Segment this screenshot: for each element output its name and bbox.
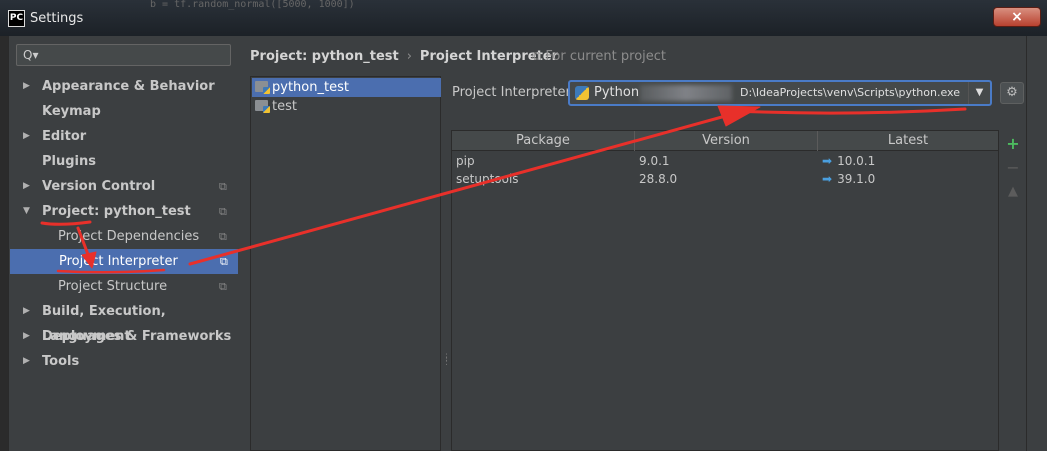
- python-folder-icon: [255, 81, 270, 94]
- interpreter-label: Project Interpreter:: [452, 85, 576, 100]
- sidebar-item-tools[interactable]: ▶ Tools: [9, 349, 239, 374]
- sidebar-item-label: Keymap: [42, 104, 101, 119]
- interpreter-name: Python: [594, 85, 640, 100]
- packages-table: Package Version Latest pip 9.0.1 ➡ 10.0.1 se…: [451, 130, 999, 451]
- breadcrumb-project: Project: python_test: [250, 49, 399, 64]
- column-header-package[interactable]: Package: [452, 131, 635, 151]
- sidebar-item-label: Appearance & Behavior: [42, 79, 215, 94]
- package-version: 28.8.0: [639, 172, 678, 186]
- sidebar-item-project-interpreter[interactable]: Project Interpreter ⧉: [10, 249, 239, 274]
- packages-table-header: Package Version Latest: [452, 131, 998, 151]
- redacted-version: [640, 85, 732, 101]
- chevron-down-icon[interactable]: ▼: [968, 82, 990, 104]
- upgrade-package-button[interactable]: ▲: [1002, 182, 1024, 202]
- project-tree-item[interactable]: python_test: [252, 78, 441, 97]
- chevron-right-icon[interactable]: ▶: [23, 174, 30, 199]
- sidebar-item-build-execution-deployment[interactable]: ▶ Build, Execution, Deployment: [9, 299, 239, 344]
- close-button[interactable]: ×: [993, 7, 1041, 27]
- package-name: pip: [456, 154, 475, 168]
- sidebar-item-label: Version Control: [42, 179, 156, 194]
- title-bar: b = tf.random_normal([5000, 1000]) PC Se…: [0, 0, 1047, 36]
- interpreter-path: D:\IdeaProjects\venv\Scripts\python.exe: [740, 86, 960, 99]
- interpreter-select[interactable]: Python D:\IdeaProjects\venv\Scripts\pyth…: [568, 80, 992, 106]
- package-name-cell: setuptools: [456, 170, 519, 188]
- chevron-right-icon[interactable]: ▶: [23, 349, 30, 374]
- pycharm-app-icon: PC: [8, 10, 25, 27]
- project-tree-item[interactable]: test: [252, 97, 441, 116]
- chevron-right-icon[interactable]: ▶: [23, 324, 30, 349]
- background-code: b = tf.random_normal([5000, 1000]): [150, 0, 355, 10]
- close-icon: ×: [1011, 9, 1023, 25]
- sidebar-item-label: Editor: [42, 129, 87, 144]
- sidebar-item-version-control[interactable]: ▶ Version Control ⧉: [9, 174, 239, 199]
- breadcrumb-separator: ›: [406, 49, 412, 64]
- settings-sidebar: Q▾ ▶ Appearance & Behavior Keymap ▶ Editor Pl…: [8, 36, 239, 451]
- for-current-project-label: ⧉ For current project: [532, 49, 667, 64]
- package-latest-cell: ➡ 39.1.0: [822, 170, 875, 188]
- package-name-cell: pip: [456, 152, 475, 170]
- package-latest: 39.1.0: [837, 172, 876, 186]
- project-tree: python_testtest: [250, 76, 441, 451]
- arrow-up-icon: ▲: [1008, 184, 1018, 199]
- sidebar-item-label: Project Interpreter: [59, 254, 178, 269]
- upgrade-arrow-icon: ➡: [822, 154, 833, 168]
- gear-icon: ⚙: [1006, 85, 1018, 100]
- sidebar-item-label: Project Structure: [58, 279, 168, 294]
- sidebar-item-languages-frameworks[interactable]: ▶ Languages & Frameworks: [9, 324, 239, 349]
- add-package-button[interactable]: +: [1002, 134, 1024, 154]
- sidebar-item-project-python-test[interactable]: ▼ Project: python_test ⧉: [9, 199, 239, 224]
- plus-icon: +: [1006, 134, 1020, 153]
- project-tree-item-label: python_test: [272, 80, 349, 95]
- window-title: Settings: [30, 11, 84, 26]
- sidebar-item-label: Tools: [42, 354, 80, 369]
- interpreter-settings-button[interactable]: ⚙: [1000, 82, 1024, 104]
- package-name: setuptools: [456, 172, 519, 186]
- settings-search-input[interactable]: Q▾: [16, 44, 231, 66]
- sidebar-item-label: Plugins: [42, 154, 96, 169]
- python-icon: [575, 86, 589, 100]
- package-latest-cell: ➡ 10.0.1: [822, 152, 875, 170]
- copy-icon: ⧉: [219, 280, 227, 293]
- copy-icon: ⧉: [219, 180, 227, 193]
- sidebar-item-label: Project: python_test: [42, 204, 191, 219]
- upgrade-arrow-icon: ➡: [822, 172, 833, 186]
- column-header-latest[interactable]: Latest: [818, 131, 998, 151]
- sidebar-item-project-structure[interactable]: Project Structure ⧉: [9, 274, 239, 299]
- breadcrumb: Project: python_test › Project Interpreter: [250, 49, 558, 64]
- project-tree-item-label: test: [272, 99, 297, 114]
- chevron-right-icon[interactable]: ▶: [23, 124, 30, 149]
- splitter-handle[interactable]: ⋮ ⋮: [442, 354, 451, 367]
- chevron-right-icon[interactable]: ▶: [23, 299, 30, 324]
- sidebar-item-editor[interactable]: ▶ Editor: [9, 124, 239, 149]
- package-row[interactable]: setuptools 28.8.0 ➡ 39.1.0: [452, 170, 998, 188]
- copy-icon: ⧉: [220, 255, 228, 268]
- sidebar-item-label: Languages & Frameworks: [42, 329, 232, 344]
- search-icon: Q▾: [23, 48, 39, 62]
- sidebar-item-plugins[interactable]: Plugins: [9, 149, 239, 174]
- python-folder-icon: [255, 100, 270, 113]
- package-version-cell: 28.8.0: [639, 170, 677, 188]
- copy-icon: ⧉: [219, 205, 227, 218]
- chevron-down-icon[interactable]: ▼: [23, 199, 30, 224]
- sidebar-item-label: Project Dependencies: [58, 229, 200, 244]
- package-row[interactable]: pip 9.0.1 ➡ 10.0.1: [452, 152, 998, 170]
- sidebar-item-appearance-behavior[interactable]: ▶ Appearance & Behavior: [9, 74, 239, 99]
- column-header-version[interactable]: Version: [635, 131, 818, 151]
- window-right-edge: [1026, 36, 1047, 451]
- package-version-cell: 9.0.1: [639, 152, 670, 170]
- sidebar-item-keymap[interactable]: Keymap: [9, 99, 239, 124]
- package-latest: 10.0.1: [837, 154, 876, 168]
- chevron-right-icon[interactable]: ▶: [23, 74, 30, 99]
- remove-package-button[interactable]: −: [1002, 158, 1024, 178]
- copy-icon: ⧉: [219, 230, 227, 243]
- minus-icon: −: [1006, 158, 1020, 177]
- package-version: 9.0.1: [639, 154, 670, 168]
- settings-content: Project: python_test › Project Interpreter…: [238, 36, 1047, 451]
- sidebar-item-project-dependencies[interactable]: Project Dependencies ⧉: [9, 224, 239, 249]
